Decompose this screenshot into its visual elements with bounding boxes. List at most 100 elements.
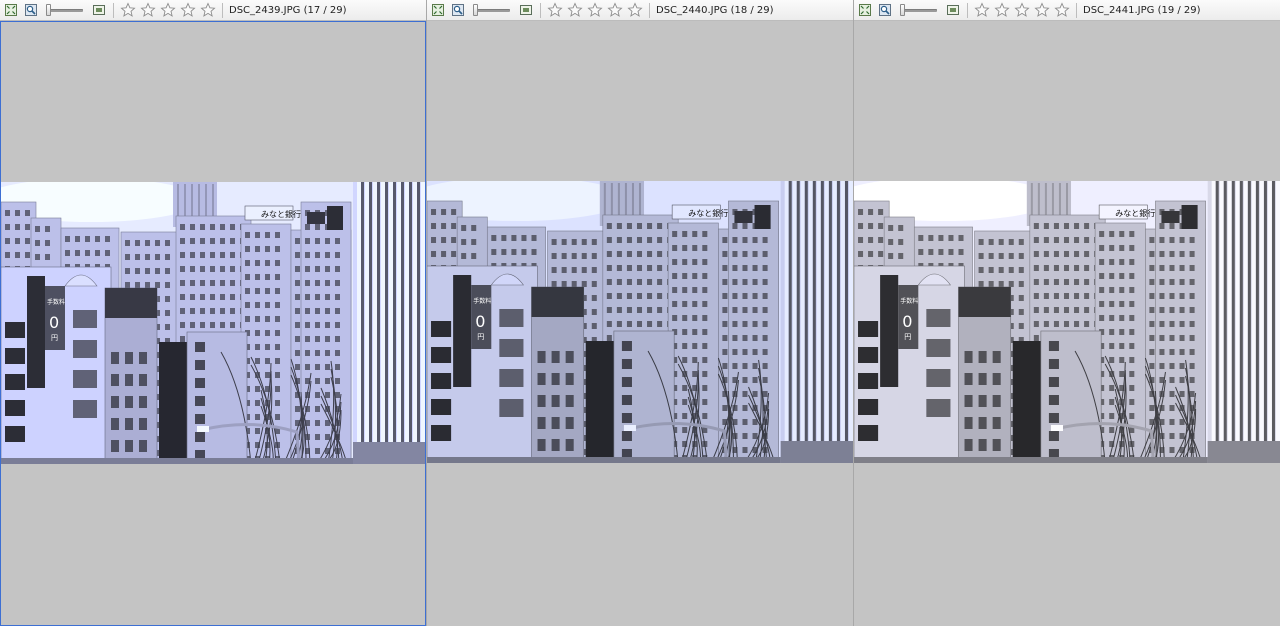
window — [581, 267, 587, 273]
image-view-area[interactable]: みなと銀行 手数料 0 円 — [427, 21, 853, 626]
window — [561, 239, 567, 245]
window — [1129, 413, 1135, 419]
window — [139, 418, 147, 430]
fit-to-window-icon[interactable] — [857, 2, 873, 18]
window — [125, 418, 133, 430]
star-outline-icon[interactable] — [1034, 2, 1050, 18]
star-outline-icon[interactable] — [200, 2, 216, 18]
actual-size-icon[interactable] — [945, 2, 961, 18]
window — [1033, 223, 1039, 229]
window — [702, 399, 708, 405]
zoom-slider[interactable] — [472, 2, 512, 18]
window — [1109, 413, 1115, 419]
window — [1119, 245, 1125, 251]
window — [315, 322, 320, 328]
window — [657, 223, 663, 229]
window — [1043, 279, 1049, 285]
window — [230, 294, 235, 300]
window — [606, 293, 612, 299]
zoom-slider-thumb[interactable] — [900, 4, 905, 16]
window — [25, 238, 30, 244]
image-pane-2[interactable]: DSC_2440.JPG (18 / 29) みなと銀行 手数料 0 円 — [427, 0, 854, 626]
star-outline-icon[interactable] — [547, 2, 563, 18]
rating-stars[interactable] — [120, 2, 220, 18]
window — [1179, 293, 1185, 299]
star-outline-icon[interactable] — [180, 2, 196, 18]
window — [315, 420, 320, 426]
zoom-slider[interactable] — [899, 2, 939, 18]
window — [1129, 245, 1135, 251]
window — [978, 351, 987, 363]
window — [1159, 321, 1165, 327]
fit-to-window-icon[interactable] — [430, 2, 446, 18]
window — [95, 236, 100, 242]
window — [220, 294, 225, 300]
window — [1084, 279, 1090, 285]
photo[interactable]: みなと銀行手数料0円 — [854, 181, 1280, 463]
zoom-icon[interactable] — [877, 2, 893, 18]
window — [210, 280, 215, 286]
window — [245, 246, 250, 252]
window — [305, 322, 310, 328]
window — [1074, 223, 1080, 229]
zoom-icon[interactable] — [23, 2, 39, 18]
star-outline-icon[interactable] — [120, 2, 136, 18]
window — [742, 433, 748, 439]
window — [722, 335, 728, 341]
window — [73, 310, 97, 328]
window — [1129, 259, 1135, 265]
star-outline-icon[interactable] — [974, 2, 990, 18]
fin-shadow — [1215, 181, 1219, 441]
fit-to-window-icon[interactable] — [3, 2, 19, 18]
window — [1084, 321, 1090, 327]
star-outline-icon[interactable] — [1014, 2, 1030, 18]
rating-stars[interactable] — [974, 2, 1074, 18]
window — [1043, 265, 1049, 271]
zoom-slider-thumb[interactable] — [46, 4, 51, 16]
window — [180, 280, 185, 286]
window — [441, 223, 447, 229]
rating-stars[interactable] — [547, 2, 647, 18]
actual-size-icon[interactable] — [91, 2, 107, 18]
window — [722, 307, 728, 313]
fee-zero: 0 — [49, 313, 59, 332]
window — [591, 295, 597, 301]
zoom-slider-thumb[interactable] — [473, 4, 478, 16]
window — [531, 235, 537, 241]
window — [1149, 349, 1155, 355]
window — [978, 439, 987, 451]
zoom-icon[interactable] — [450, 2, 466, 18]
window — [1179, 237, 1185, 243]
window — [501, 249, 507, 255]
image-pane-1[interactable]: DSC_2439.JPG (17 / 29) みなと銀行 手数料 0 円 — [0, 0, 427, 626]
star-outline-icon[interactable] — [994, 2, 1010, 18]
star-outline-icon[interactable] — [140, 2, 156, 18]
photo[interactable]: みなと銀行手数料0円 — [1, 182, 425, 464]
window — [105, 236, 110, 242]
image-view-area[interactable]: みなと銀行 手数料 0 円 — [0, 21, 426, 626]
star-outline-icon[interactable] — [627, 2, 643, 18]
star-outline-icon[interactable] — [567, 2, 583, 18]
window — [918, 235, 924, 241]
star-outline-icon[interactable] — [160, 2, 176, 18]
image-pane-3[interactable]: DSC_2441.JPG (19 / 29) みなと銀行 手数料 0 円 — [854, 0, 1280, 626]
building-fin — [824, 181, 829, 441]
window — [626, 279, 632, 285]
window — [145, 268, 150, 274]
star-outline-icon[interactable] — [607, 2, 623, 18]
image-view-area[interactable]: みなと銀行 手数料 0 円 — [854, 21, 1280, 626]
star-outline-icon[interactable] — [1054, 2, 1070, 18]
star-outline-icon[interactable] — [587, 2, 603, 18]
window — [672, 259, 678, 265]
window — [499, 369, 524, 387]
dark-column — [453, 275, 472, 387]
zoom-slider[interactable] — [45, 2, 85, 18]
window — [858, 237, 864, 243]
window — [858, 321, 879, 337]
window — [230, 224, 235, 230]
window — [335, 238, 340, 244]
window — [335, 266, 340, 272]
toolbar-separator — [113, 2, 114, 18]
photo[interactable]: みなと銀行手数料0円 — [427, 181, 853, 463]
actual-size-icon[interactable] — [518, 2, 534, 18]
